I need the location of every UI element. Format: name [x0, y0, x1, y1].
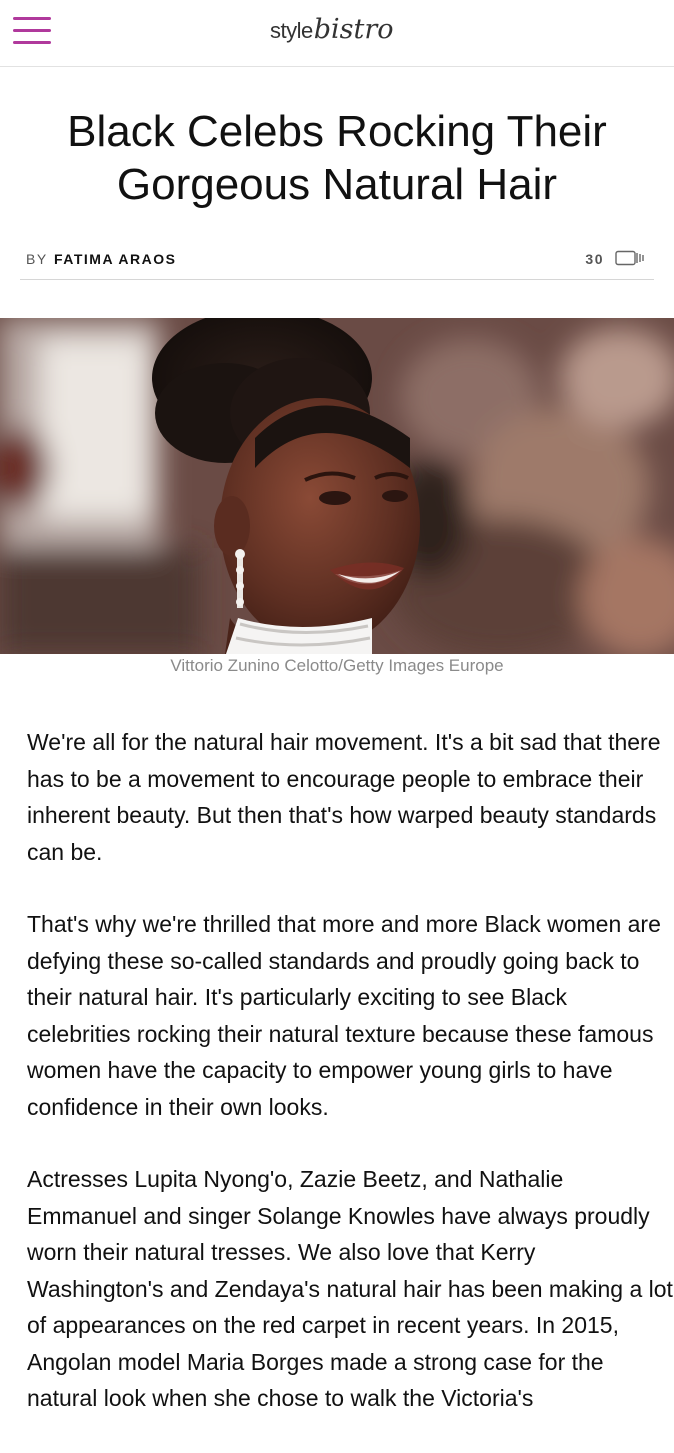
paragraph: That's why we're thrilled that more and … — [27, 911, 661, 1120]
logo-prefix: style — [270, 18, 313, 43]
comment-bubble-icon[interactable] — [615, 250, 645, 266]
hamburger-menu-icon[interactable] — [13, 17, 51, 45]
by-label: BY — [26, 251, 48, 267]
image-caption: Vittorio Zunino Celotto/Getty Images Eur… — [170, 656, 504, 675]
author-name[interactable]: FATIMA ARAOS — [54, 251, 176, 267]
byline: BY FATIMA ARAOS 30 — [20, 243, 654, 280]
article-title: Black Celebs Rocking Their Gorgeous Natu… — [67, 107, 607, 209]
article-body: We're all for the natural hair movement.… — [27, 724, 674, 1453]
paragraph: Actresses Lupita Nyong'o, Zazie Beetz, a… — [27, 1166, 673, 1411]
site-logo[interactable]: style bistro — [270, 14, 394, 54]
logo-script: bistro — [313, 14, 394, 45]
comment-count[interactable]: 30 — [585, 251, 604, 267]
site-header: style bistro — [0, 0, 674, 67]
paragraph: We're all for the natural hair movement.… — [27, 729, 661, 865]
hero-image — [0, 318, 674, 654]
